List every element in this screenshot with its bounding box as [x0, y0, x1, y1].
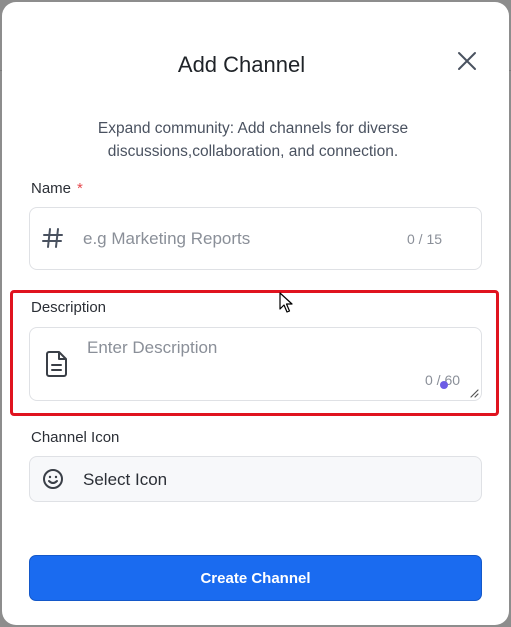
document-icon [46, 351, 67, 377]
description-field[interactable]: 0 / 60 [29, 327, 482, 401]
channel-icon-value: Select Icon [83, 470, 168, 489]
dialog-title: Add Channel [177, 52, 306, 77]
hash-icon [42, 228, 63, 248]
add-channel-dialog: Add Channel Expand community: Add channe… [2, 2, 509, 625]
dialog-subtitle: Expand community: Add channels for diver… [97, 120, 409, 160]
channel-icon-select[interactable]: Select Icon [29, 456, 482, 502]
name-field[interactable]: 0 / 15 [29, 207, 482, 270]
status-dot [440, 381, 448, 389]
resize-handle-icon[interactable] [469, 388, 479, 398]
create-channel-button[interactable]: Create Channel [29, 555, 482, 601]
required-mark: * [77, 180, 83, 197]
mouse-pointer-icon [279, 292, 293, 313]
close-icon [458, 52, 476, 70]
close-button[interactable] [455, 49, 479, 73]
name-input[interactable] [81, 223, 395, 255]
channel-icon-label: Channel Icon [31, 429, 120, 446]
name-char-counter: 0 / 15 [407, 231, 443, 247]
smiley-icon [43, 469, 63, 489]
description-label: Description [31, 299, 107, 316]
description-input[interactable] [85, 336, 459, 378]
name-label: Name * [31, 180, 83, 197]
name-label-text: Name [31, 180, 72, 197]
